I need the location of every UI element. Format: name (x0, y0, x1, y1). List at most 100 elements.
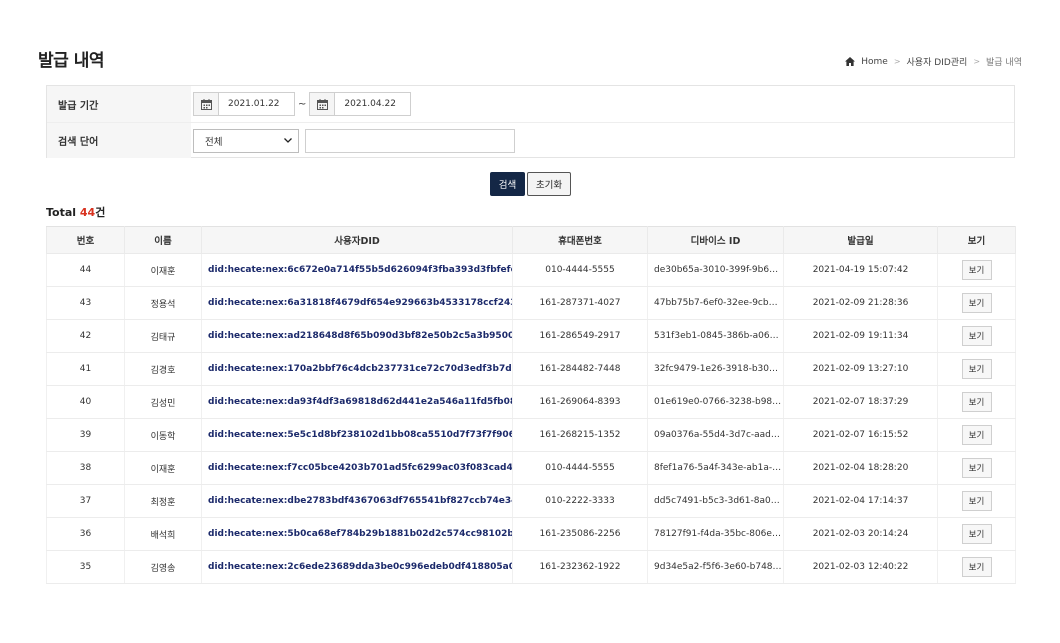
cell-view: 보기 (937, 286, 1016, 320)
cell-did[interactable]: did:hecate:nex:5e5c1d8bf238102d1bb08ca55… (201, 418, 513, 452)
cell-did[interactable]: did:hecate:nex:f7cc05bce4203b701ad5fc629… (201, 451, 513, 485)
cell-phone: 010-2222-3333 (512, 484, 648, 518)
cell-device-id: 01e619e0-0766-3238-b986-… (647, 385, 784, 419)
breadcrumb-current: 발급 내역 (986, 58, 1022, 68)
cell-number: 43 (46, 286, 125, 320)
cell-did[interactable]: did:hecate:nex:da93f4df3a69818d62d441e2a… (201, 385, 513, 419)
table-row: 42 김태규 did:hecate:nex:ad218648d8f65b090d3b… (46, 319, 1016, 353)
cell-issued-date: 2021-02-03 20:14:24 (783, 517, 938, 551)
cell-device-id: 32fc9479-1e26-3918-b30b-2… (647, 352, 784, 386)
cell-view: 보기 (937, 484, 1016, 518)
cell-view: 보기 (937, 319, 1016, 353)
search-button[interactable]: 검색 (490, 172, 525, 196)
cell-phone: 010-4444-5555 (512, 451, 648, 485)
cell-device-id: 09a0376a-55d4-3d7c-aad3-… (647, 418, 784, 452)
col-header-device: 디바이스 ID (647, 226, 784, 254)
cell-device-id: 8fef1a76-5a4f-343e-ab1a-3… (647, 451, 784, 485)
col-header-number: 번호 (46, 226, 125, 254)
reset-button[interactable]: 초기화 (527, 172, 571, 196)
calendar-icon[interactable] (309, 92, 336, 116)
cell-did[interactable]: did:hecate:nex:2c6ede23689dda3be0c996ede… (201, 550, 513, 584)
cell-phone: 161-286549-2917 (512, 319, 648, 353)
breadcrumb-user-did[interactable]: 사용자 DID관리 (907, 55, 968, 68)
view-button[interactable]: 보기 (961, 392, 992, 412)
total-number: 44 (79, 206, 96, 219)
breadcrumb-home[interactable]: Home (861, 57, 888, 67)
cell-phone: 161-284482-7448 (512, 352, 648, 386)
cell-issued-date: 2021-02-04 18:28:20 (783, 451, 938, 485)
cell-name: 이재훈 (124, 451, 202, 485)
table-row: 38 이재훈 did:hecate:nex:f7cc05bce4203b701ad5… (46, 451, 1016, 485)
cell-issued-date: 2021-04-19 15:07:42 (783, 253, 938, 287)
view-button[interactable]: 보기 (961, 557, 992, 577)
period-fields: 2021.01.22 ~ 2021.04.22 (191, 92, 412, 116)
period-label: 발급 기간 (47, 86, 191, 122)
view-button[interactable]: 보기 (961, 458, 992, 478)
cell-number: 40 (46, 385, 125, 419)
cell-device-id: 47bb75b7-6ef0-32ee-9cb5-… (647, 286, 784, 320)
table-row: 39 이동학 did:hecate:nex:5e5c1d8bf238102d1bb0… (46, 418, 1016, 452)
view-button[interactable]: 보기 (961, 491, 992, 511)
cell-issued-date: 2021-02-04 17:14:37 (783, 484, 938, 518)
cell-phone: 161-269064-8393 (512, 385, 648, 419)
cell-view: 보기 (937, 385, 1016, 419)
cell-name: 최정훈 (124, 484, 202, 518)
view-button[interactable]: 보기 (961, 524, 992, 544)
cell-view: 보기 (937, 352, 1016, 386)
keyword-row: 검색 단어 전체 (47, 122, 1014, 158)
cell-view: 보기 (937, 451, 1016, 485)
search-type-value: 전체 (205, 136, 223, 148)
cell-did[interactable]: did:hecate:nex:6c672e0a714f55b5d626094f3… (201, 253, 513, 287)
breadcrumb-separator: > (893, 57, 901, 66)
cell-name: 이재훈 (124, 253, 202, 287)
page-title: 발급 내역 (38, 51, 104, 71)
cell-device-id: 531f3eb1-0845-386b-a06a-a… (647, 319, 784, 353)
search-keyword-input[interactable] (305, 128, 515, 153)
col-header-view: 보기 (937, 226, 1016, 254)
cell-device-id: 78127f91-f4da-35bc-806e-c… (647, 517, 784, 551)
table-row: 41 김경호 did:hecate:nex:170a2bbf76c4dcb23773… (46, 352, 1016, 386)
cell-name: 정용석 (124, 286, 202, 320)
table-row: 37 최정훈 did:hecate:nex:dbe2783bdf4367063df7… (46, 484, 1016, 518)
view-button[interactable]: 보기 (961, 326, 992, 346)
cell-device-id: 9d34e5a2-f5f6-3e60-b748-8… (647, 550, 784, 584)
cell-name: 이동학 (124, 418, 202, 452)
date-from-input[interactable]: 2021.01.22 (219, 92, 295, 116)
date-to-input[interactable]: 2021.04.22 (335, 92, 412, 116)
total-suffix: 건 (95, 206, 106, 219)
view-button[interactable]: 보기 (961, 293, 992, 313)
cell-did[interactable]: did:hecate:nex:ad218648d8f65b090d3bf82e5… (201, 319, 513, 353)
cell-number: 36 (46, 517, 125, 551)
cell-phone: 161-235086-2256 (512, 517, 648, 551)
date-range-separator: ~ (298, 98, 307, 110)
cell-did[interactable]: did:hecate:nex:5b0ca68ef784b29b1881b02d2… (201, 517, 513, 551)
cell-view: 보기 (937, 517, 1016, 551)
view-button[interactable]: 보기 (961, 425, 992, 445)
cell-did[interactable]: did:hecate:nex:dbe2783bdf4367063df765541… (201, 484, 513, 518)
cell-name: 김성민 (124, 385, 202, 419)
keyword-fields: 전체 (191, 128, 515, 153)
cell-view: 보기 (937, 418, 1016, 452)
calendar-icon[interactable] (193, 92, 219, 116)
view-button[interactable]: 보기 (961, 260, 992, 280)
table-row: 36 배석희 did:hecate:nex:5b0ca68ef784b29b1881… (46, 517, 1016, 551)
view-button[interactable]: 보기 (961, 359, 992, 379)
issuance-table: 번호 이름 사용자DID 휴대폰번호 디바이스 ID 발급일 보기 44 이재훈 d… (46, 226, 1016, 584)
cell-view: 보기 (937, 550, 1016, 584)
cell-phone: 161-287371-4027 (512, 286, 648, 320)
cell-did[interactable]: did:hecate:nex:170a2bbf76c4dcb237731ce72… (201, 352, 513, 386)
table-row: 35 김영송 did:hecate:nex:2c6ede23689dda3be0c9… (46, 550, 1016, 584)
breadcrumb-separator: > (973, 57, 981, 66)
cell-number: 38 (46, 451, 125, 485)
cell-did[interactable]: did:hecate:nex:6a31818f4679df654e929663b… (201, 286, 513, 320)
cell-number: 37 (46, 484, 125, 518)
home-icon[interactable] (845, 57, 856, 66)
keyword-label: 검색 단어 (47, 123, 191, 158)
table-row: 44 이재훈 did:hecate:nex:6c672e0a714f55b5d626… (46, 253, 1016, 287)
breadcrumb: Home > 사용자 DID관리 > 발급 내역 (845, 55, 1022, 68)
search-type-select[interactable]: 전체 (193, 128, 299, 153)
chevron-down-icon (284, 135, 292, 146)
cell-issued-date: 2021-02-03 12:40:22 (783, 550, 938, 584)
cell-name: 김경호 (124, 352, 202, 386)
cell-number: 42 (46, 319, 125, 353)
